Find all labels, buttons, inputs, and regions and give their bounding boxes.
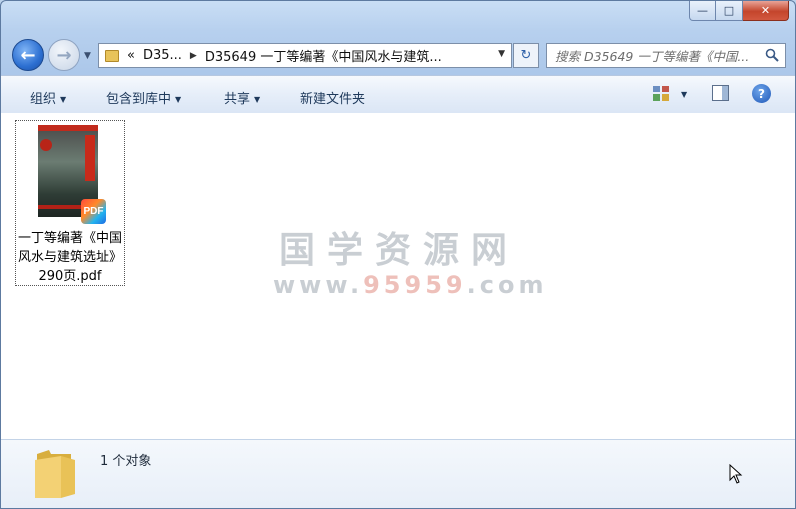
preview-pane-icon[interactable] (712, 85, 729, 101)
watermark: 国学资源网 www.95959.com (273, 221, 548, 299)
include-in-library-menu[interactable]: 包含到库中 ▼ (106, 88, 181, 107)
refresh-button[interactable]: ↻ (513, 43, 539, 68)
title-bar: — □ ✕ (1, 1, 795, 37)
address-bar[interactable]: « D35... ▶ D35649 一丁等编著《中国风水与建筑... ▼ (98, 43, 512, 68)
caret-down-icon: ▼ (175, 95, 182, 104)
address-prefix[interactable]: « (127, 48, 135, 63)
explorer-window: — □ ✕ ← → ▼ « D35... ▶ D35649 一丁等编著《中国风水… (0, 0, 796, 509)
maximize-button[interactable]: □ (716, 1, 743, 21)
file-item[interactable]: PDF 一丁等编著《中国风水与建筑选址》290页.pdf (15, 120, 125, 286)
file-name[interactable]: 一丁等编著《中国风水与建筑选址》290页.pdf (16, 229, 124, 286)
share-menu[interactable]: 共享 ▼ (224, 88, 260, 107)
organize-label: 组织 (30, 92, 57, 107)
command-toolbar: 组织 ▼ 包含到库中 ▼ 共享 ▼ 新建文件夹 ▼ ? (1, 75, 795, 114)
search-box[interactable]: 搜索 D35649 一丁等编著《中国... (546, 43, 786, 68)
pdf-icon: PDF (81, 199, 106, 224)
file-list-area[interactable]: PDF 一丁等编著《中国风水与建筑选址》290页.pdf 国学资源网 www.9… (1, 113, 795, 439)
back-button[interactable]: ← (12, 39, 44, 71)
mouse-cursor-icon (729, 464, 743, 484)
address-dropdown-icon[interactable]: ▼ (498, 49, 505, 59)
folder-icon (105, 49, 119, 62)
watermark-title: 国学资源网 (278, 230, 519, 271)
close-button[interactable]: ✕ (743, 1, 789, 21)
caret-down-icon: ▼ (60, 95, 67, 104)
include-in-library-label: 包含到库中 (106, 92, 172, 107)
search-icon[interactable] (765, 48, 779, 62)
details-pane: 1 个对象 (1, 439, 795, 508)
search-input[interactable]: 搜索 D35649 一丁等编著《中国... (555, 46, 767, 65)
minimize-button[interactable]: — (689, 1, 716, 21)
item-count: 1 个对象 (100, 454, 152, 469)
navigation-bar: ← → ▼ « D35... ▶ D35649 一丁等编著《中国风水与建筑...… (1, 37, 795, 75)
folder-icon (35, 450, 75, 498)
change-view-icon[interactable] (653, 86, 669, 101)
share-label: 共享 (224, 92, 251, 107)
organize-menu[interactable]: 组织 ▼ (30, 88, 66, 107)
forward-button[interactable]: → (48, 39, 80, 71)
recent-pages-dropdown-icon[interactable]: ▼ (84, 51, 91, 61)
caret-down-icon: ▼ (254, 95, 261, 104)
watermark-url: www.95959.com (273, 271, 548, 299)
breadcrumb-item[interactable]: D35649 一丁等编著《中国风水与建筑... (205, 46, 442, 65)
breadcrumb-item[interactable]: D35... (143, 48, 182, 63)
view-options-dropdown-icon[interactable]: ▼ (681, 90, 687, 99)
new-folder-button[interactable]: 新建文件夹 (300, 88, 365, 107)
help-icon[interactable]: ? (752, 84, 771, 103)
window-controls: — □ ✕ (689, 1, 789, 21)
breadcrumb-arrow-icon[interactable]: ▶ (190, 51, 197, 61)
new-folder-label: 新建文件夹 (300, 92, 366, 107)
